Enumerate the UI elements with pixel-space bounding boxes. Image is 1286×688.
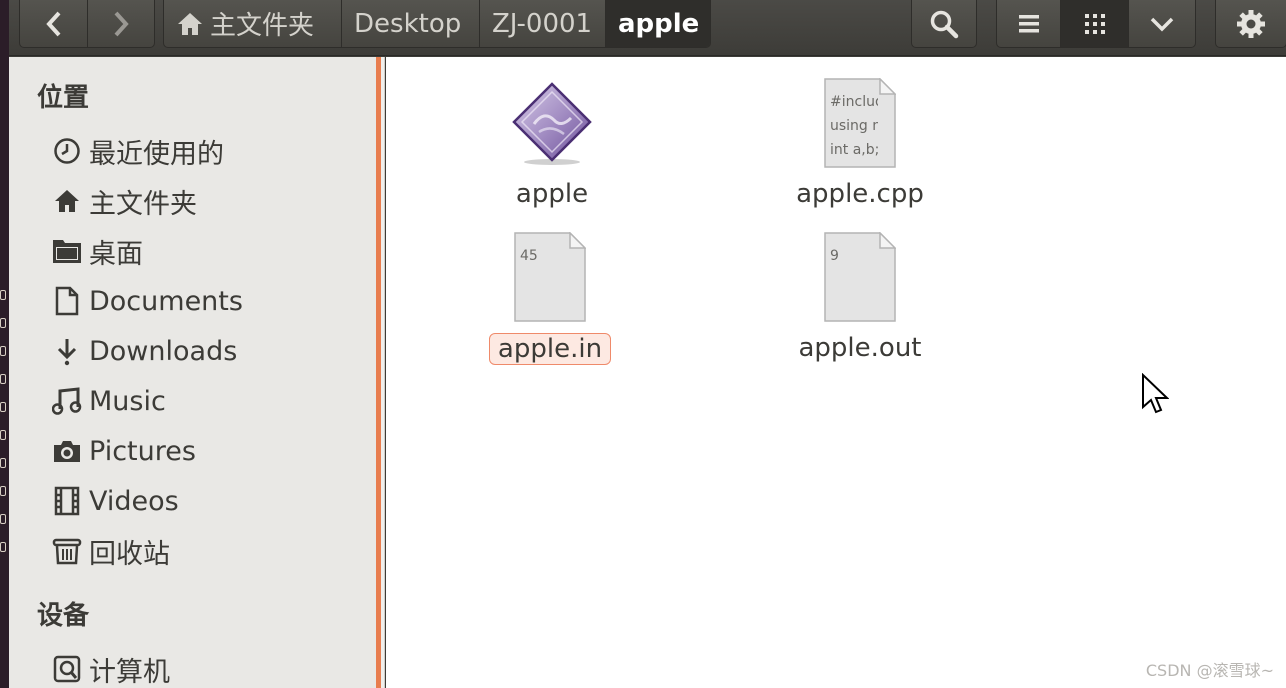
- sidebar-item-label: Documents: [89, 285, 243, 317]
- sidebar-item-downloads[interactable]: Downloads: [51, 331, 237, 371]
- sidebar-item-videos[interactable]: Videos: [51, 481, 179, 521]
- file-preview: 45: [520, 248, 538, 264]
- computer-icon: [51, 653, 83, 685]
- sidebar-item-label: Music: [89, 385, 166, 417]
- executable-icon: [509, 75, 595, 171]
- breadcrumb-desktop[interactable]: Desktop: [342, 0, 480, 47]
- breadcrumb-zj-0001[interactable]: ZJ-0001: [480, 0, 606, 47]
- breadcrumb-label: ZJ-0001: [492, 8, 593, 39]
- file-name: apple: [515, 179, 589, 209]
- search-button[interactable]: [912, 0, 976, 47]
- sidebar-item-label: 计算机: [89, 656, 170, 688]
- list-view-icon: [1018, 14, 1039, 32]
- sidebar-item-label: Downloads: [89, 335, 238, 367]
- text-file-icon: 9: [824, 229, 896, 325]
- nav-buttons: [19, 0, 155, 48]
- file-item-apple-in[interactable]: 45 apple.in: [455, 229, 645, 365]
- view-group: [996, 0, 1196, 48]
- camera-icon: [51, 435, 83, 467]
- download-icon: [51, 335, 83, 367]
- sidebar-item-label: Videos: [89, 485, 179, 517]
- breadcrumb-label: apple: [618, 8, 700, 39]
- toolbar: 主文件夹 Desktop ZJ-0001 apple: [9, 0, 1286, 56]
- sidebar-item-label: 桌面: [89, 238, 143, 270]
- home-icon: [51, 185, 83, 217]
- sidebar-item-desktop[interactable]: 桌面: [51, 231, 143, 271]
- file-item-apple-out[interactable]: 9 apple.out: [765, 229, 955, 363]
- gear-icon: [1237, 9, 1265, 38]
- trash-icon: [51, 535, 83, 567]
- grid-view-icon: [1084, 13, 1105, 34]
- breadcrumb-apple[interactable]: apple: [606, 0, 710, 47]
- settings-button[interactable]: [1216, 0, 1286, 47]
- sidebar-item-recent[interactable]: 最近使用的: [51, 131, 224, 171]
- sidebar-item-trash[interactable]: 回收站: [51, 531, 170, 571]
- view-options-button[interactable]: [1129, 0, 1195, 47]
- places-heading: 位置: [37, 83, 90, 113]
- sidebar: 位置 最近使用的 主文件夹 桌面 Documents Downloads Mus…: [9, 57, 376, 688]
- sidebar-item-documents[interactable]: Documents: [51, 281, 243, 321]
- clock-icon: [51, 135, 83, 167]
- search-group: [911, 0, 977, 48]
- sidebar-item-home[interactable]: 主文件夹: [51, 181, 197, 221]
- document-icon: [51, 285, 83, 317]
- sidebar-item-pictures[interactable]: Pictures: [51, 431, 196, 471]
- sidebar-item-music[interactable]: Music: [51, 381, 166, 421]
- home-icon: [178, 12, 202, 35]
- breadcrumb-label: 主文件夹: [210, 11, 315, 41]
- forward-icon: [114, 11, 129, 36]
- mouse-cursor-icon: [1142, 373, 1169, 414]
- forward-button[interactable]: [88, 0, 154, 47]
- back-icon: [45, 11, 60, 36]
- file-item-apple[interactable]: apple: [457, 75, 647, 209]
- text-file-icon: 45: [514, 229, 586, 325]
- sidebar-item-label: 最近使用的: [89, 138, 224, 170]
- file-preview: #include using n int a,b;: [830, 94, 878, 158]
- sidebar-item-label: 主文件夹: [89, 188, 197, 220]
- breadcrumb-label: Desktop: [354, 8, 462, 39]
- list-view-button[interactable]: [997, 0, 1061, 47]
- folder-icon: [51, 235, 83, 267]
- chevron-down-icon: [1150, 17, 1174, 31]
- file-item-apple-cpp[interactable]: #include using n int a,b; apple.cpp: [765, 75, 955, 209]
- text-file-icon: #include using n int a,b;: [824, 75, 896, 171]
- menu-group: [1215, 0, 1286, 48]
- breadcrumb: 主文件夹 Desktop ZJ-0001 apple: [163, 0, 711, 48]
- film-icon: [51, 485, 83, 517]
- music-icon: [51, 385, 83, 417]
- desktop-edge: [0, 0, 9, 688]
- sidebar-item-label: 回收站: [89, 538, 170, 570]
- file-name: apple.out: [798, 333, 922, 363]
- sidebar-item-label: Pictures: [89, 435, 196, 467]
- sidebar-border: [381, 57, 385, 688]
- file-name: apple.cpp: [796, 179, 924, 209]
- grid-view-button[interactable]: [1061, 0, 1129, 47]
- search-icon: [930, 10, 959, 38]
- breadcrumb-home[interactable]: 主文件夹: [164, 0, 342, 47]
- file-preview: 9: [830, 248, 839, 264]
- back-button[interactable]: [20, 0, 88, 47]
- watermark: CSDN @滚雪球~: [1145, 661, 1274, 680]
- file-name-rename-field[interactable]: apple.in: [488, 333, 612, 365]
- sidebar-item-computer[interactable]: 计算机: [51, 649, 170, 688]
- devices-heading: 设备: [37, 601, 90, 631]
